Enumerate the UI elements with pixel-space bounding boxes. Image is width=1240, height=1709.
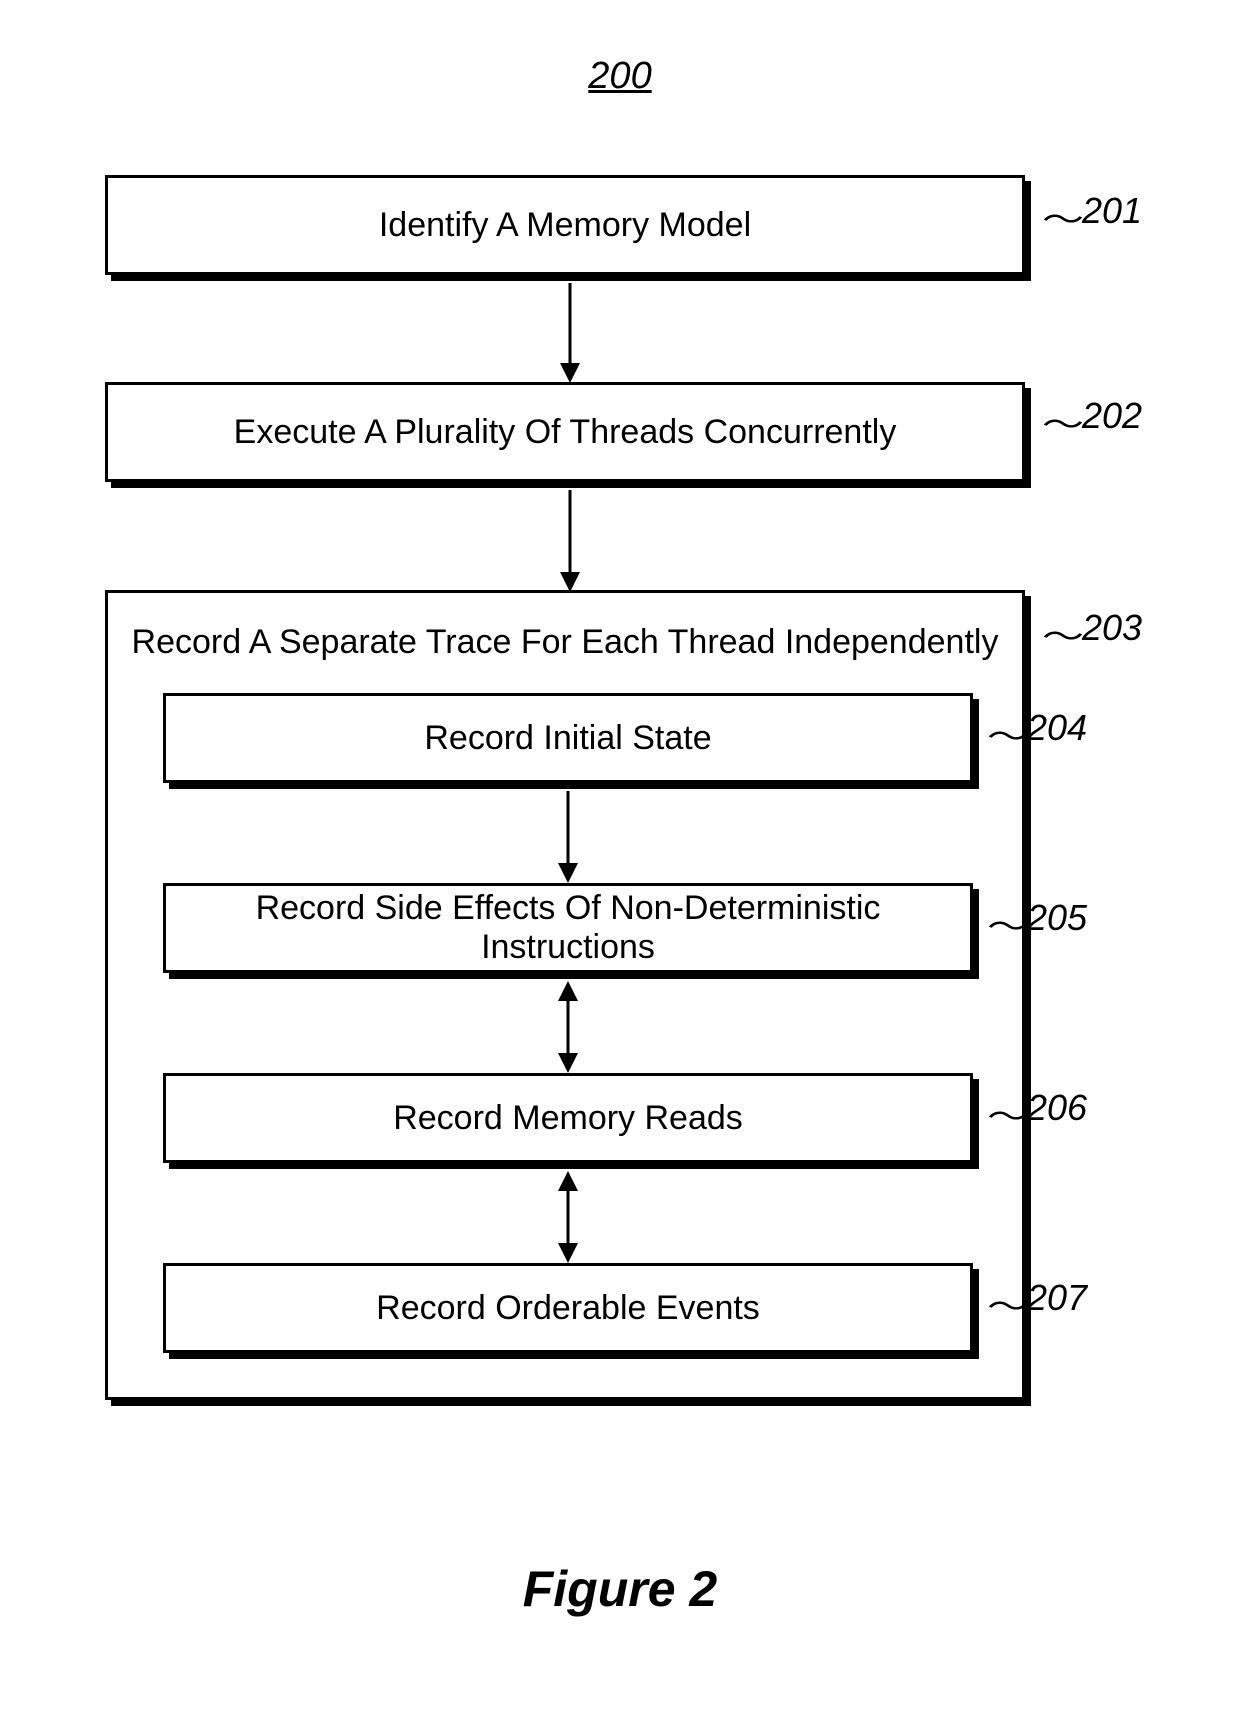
box-label: Record Initial State bbox=[424, 719, 711, 758]
ref-206: 206 bbox=[1027, 1087, 1087, 1129]
box-record-initial-state: Record Initial State bbox=[163, 693, 973, 783]
box-record-trace-container: Record A Separate Trace For Each Thread … bbox=[105, 590, 1025, 1400]
ref-203: 203 bbox=[1082, 607, 1142, 649]
ref-204: 204 bbox=[1027, 707, 1087, 749]
box-record-memory-reads: Record Memory Reads bbox=[163, 1073, 973, 1163]
leader-line: 〜 bbox=[987, 902, 1029, 946]
double-arrow-icon bbox=[558, 981, 578, 1073]
ref-202: 202 bbox=[1082, 395, 1142, 437]
box-label: Identify A Memory Model bbox=[379, 206, 751, 245]
arrow-down-icon bbox=[558, 791, 578, 883]
leader-line: 〜 bbox=[1042, 612, 1084, 656]
box-record-side-effects: Record Side Effects Of Non-Deterministic… bbox=[163, 883, 973, 973]
box-label: Record Memory Reads bbox=[393, 1099, 743, 1138]
box-label: Record Side Effects Of Non-Deterministic… bbox=[178, 889, 958, 967]
box-identify-memory-model: Identify A Memory Model bbox=[105, 175, 1025, 275]
ref-201: 201 bbox=[1082, 190, 1142, 232]
container-title: Record A Separate Trace For Each Thread … bbox=[108, 623, 1022, 662]
box-label: Record Orderable Events bbox=[376, 1289, 760, 1328]
box-record-orderable-events: Record Orderable Events bbox=[163, 1263, 973, 1353]
leader-line: 〜 bbox=[987, 1282, 1029, 1326]
leader-line: 〜 bbox=[987, 1092, 1029, 1136]
figure-number: 200 bbox=[0, 55, 1240, 98]
leader-line: 〜 bbox=[1042, 195, 1084, 239]
figure-caption: Figure 2 bbox=[0, 1560, 1240, 1618]
leader-line: 〜 bbox=[987, 712, 1029, 756]
arrow-down-icon bbox=[560, 490, 580, 592]
ref-207: 207 bbox=[1027, 1277, 1087, 1319]
ref-205: 205 bbox=[1027, 897, 1087, 939]
box-label: Execute A Plurality Of Threads Concurren… bbox=[234, 413, 897, 452]
double-arrow-icon bbox=[558, 1171, 578, 1263]
box-execute-threads: Execute A Plurality Of Threads Concurren… bbox=[105, 382, 1025, 482]
arrow-down-icon bbox=[560, 283, 580, 383]
diagram-canvas: 200 Identify A Memory Model 〜 201 Execut… bbox=[0, 0, 1240, 1709]
leader-line: 〜 bbox=[1042, 400, 1084, 444]
